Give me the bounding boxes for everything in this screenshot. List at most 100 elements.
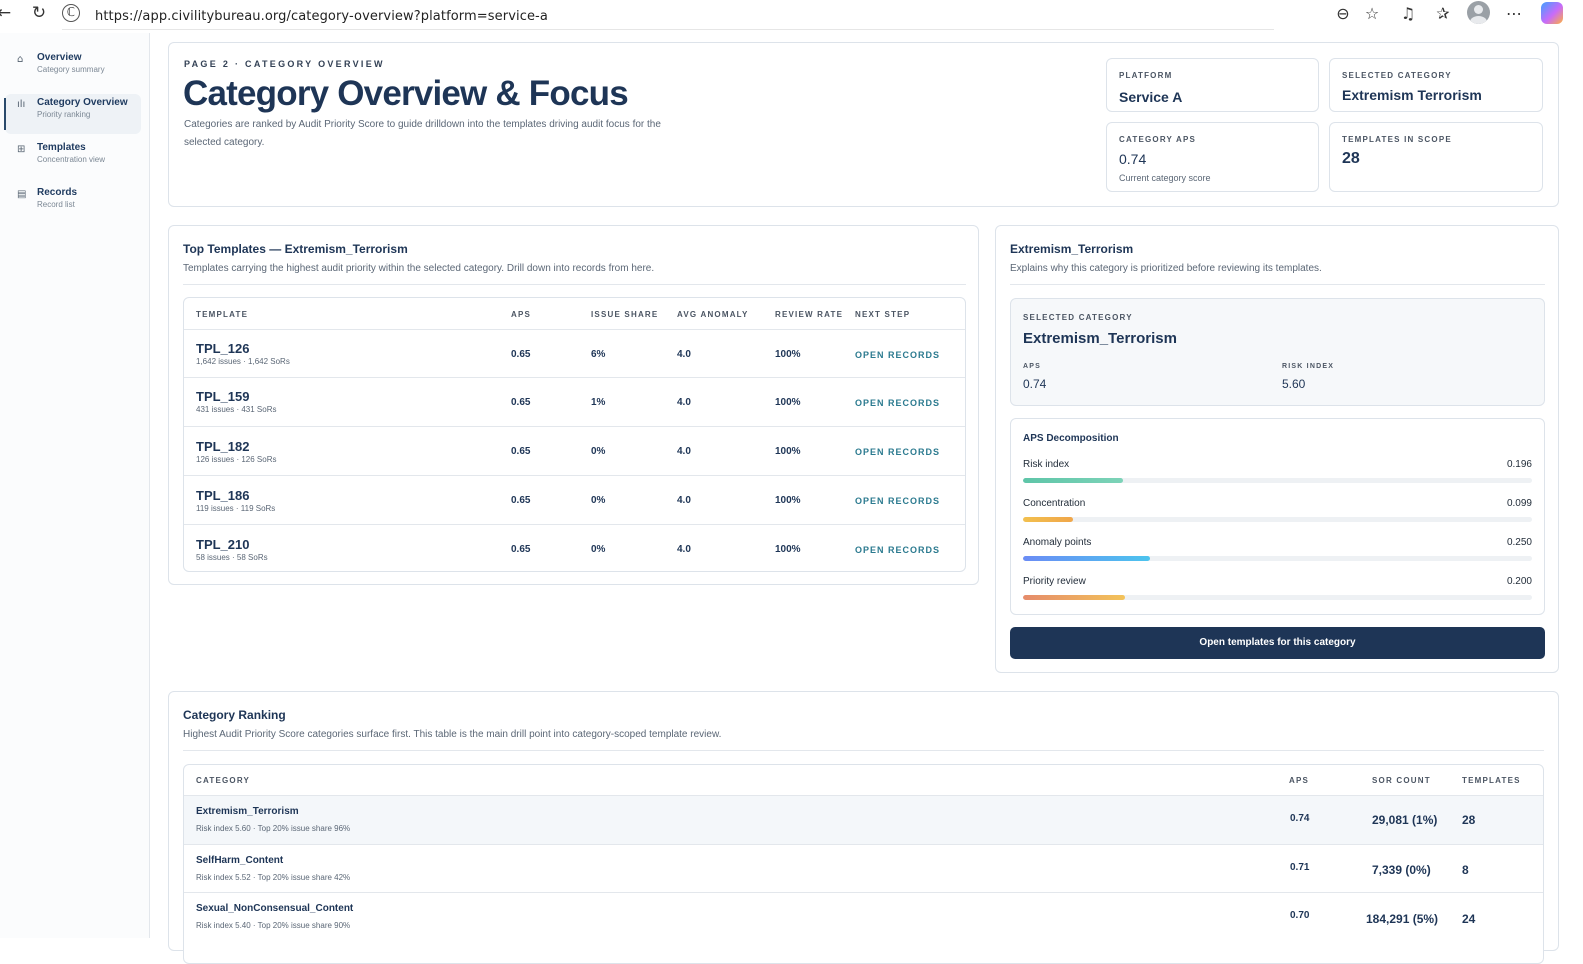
sidebar-item-category-overview[interactable]: ılı Category Overview Priority ranking	[4, 94, 141, 134]
open-records-link[interactable]: OPEN RECORDS	[855, 545, 940, 555]
table-row[interactable]: SelfHarm_Content Risk index 5.52 · Top 2…	[184, 844, 1543, 892]
open-records-link[interactable]: OPEN RECORDS	[855, 496, 940, 506]
table-row[interactable]: Sexual_NonConsensual_Content Risk index …	[184, 892, 1543, 940]
template-meta: 126 issues · 126 SoRs	[196, 455, 277, 464]
page-header: PAGE 2 · CATEGORY OVERVIEW Category Over…	[168, 42, 1559, 207]
decomposition-value: 0.196	[1506, 459, 1532, 470]
zoom-out-icon[interactable]: ⊖	[1332, 3, 1354, 25]
avg-anomaly-value: 4.0	[677, 349, 691, 360]
page-description: Categories are ranked by Audit Priority …	[184, 119, 661, 148]
favorite-star-icon[interactable]: ☆	[1361, 3, 1383, 25]
stat-label: SELECTED CATEGORY	[1342, 71, 1452, 80]
sidebar-item-templates[interactable]: ⊞ Templates Concentration view	[5, 139, 141, 179]
sidebar-item-overview[interactable]: ⌂ Overview Category summary	[5, 49, 141, 89]
avg-anomaly-value: 4.0	[677, 397, 691, 408]
top-templates-panel: Top Templates — Extremism_Terrorism Temp…	[168, 225, 979, 585]
divider	[183, 750, 1544, 751]
template-name: TPL_210	[196, 537, 250, 552]
category-detail-panel: Extremism_Terrorism Explains why this ca…	[995, 225, 1559, 673]
template-meta: 119 issues · 119 SoRs	[196, 504, 276, 513]
review-rate-value: 100%	[775, 495, 801, 506]
url-text[interactable]: https://app.civilitybureau.org/category-…	[95, 9, 548, 24]
open-templates-button[interactable]: Open templates for this category	[1010, 627, 1545, 659]
section-title: Top Templates — Extremism_Terrorism	[183, 242, 408, 256]
site-info-icon[interactable]: ℂ	[62, 4, 80, 22]
category-ranking-panel: Category Ranking Highest Audit Priority …	[168, 691, 1559, 964]
review-rate-value: 100%	[775, 349, 801, 360]
sor-count-value: 7,339 (0%)	[1372, 863, 1431, 877]
favorites-icon[interactable]: ✰	[1432, 3, 1454, 25]
more-menu-icon[interactable]: ⋯	[1503, 3, 1525, 25]
aps-value: 0.71	[1290, 862, 1310, 873]
card-label: SELECTED CATEGORY	[1023, 313, 1133, 322]
review-rate-value: 100%	[775, 397, 801, 408]
decomposition-bar-track	[1023, 517, 1532, 522]
decomposition-label: Priority review	[1023, 576, 1086, 587]
open-records-link[interactable]: OPEN RECORDS	[855, 398, 940, 408]
aps-value: 0.65	[511, 544, 531, 555]
decomposition-label: Concentration	[1023, 498, 1086, 509]
templates-count-value: 24	[1462, 912, 1476, 926]
aps-value: 0.65	[511, 446, 531, 457]
section-description: Explains why this category is prioritize…	[1010, 263, 1322, 274]
aps-value: 0.74	[1023, 377, 1047, 391]
category-meta: Risk index 5.40 · Top 20% issue share 90…	[196, 921, 351, 930]
templates-count-value: 8	[1462, 863, 1469, 877]
sidebar: ⌂ Overview Category summary ılı Category…	[0, 33, 150, 938]
aps-decomposition-card: APS Decomposition Risk index 0.196 Concent…	[1010, 418, 1545, 615]
decomposition-bar-fill	[1023, 478, 1123, 483]
section-description: Highest Audit Priority Score categories …	[183, 729, 722, 740]
table-row[interactable]: TPL_126 1,642 issues · 1,642 SoRs 0.65 6…	[184, 329, 965, 377]
aps-value: 0.65	[511, 349, 531, 360]
stat-value: 28	[1342, 150, 1360, 167]
copilot-icon[interactable]	[1541, 2, 1563, 24]
aps-value: 0.70	[1290, 910, 1310, 921]
stat-label: PLATFORM	[1119, 71, 1173, 80]
decomposition-title: APS Decomposition	[1023, 433, 1119, 444]
column-header: REVIEW RATE	[775, 310, 844, 319]
category-ranking-table: CATEGORY APS SOR COUNT TEMPLATES Extremi…	[183, 764, 1544, 964]
sidebar-item-sublabel: Priority ranking	[37, 110, 91, 119]
issue-share-value: 6%	[591, 349, 606, 360]
decomposition-bar-track	[1023, 556, 1532, 561]
platform-stat: PLATFORM Service A	[1106, 58, 1319, 112]
decomposition-value: 0.099	[1506, 498, 1532, 509]
stat-label: CATEGORY APS	[1119, 135, 1197, 144]
sidebar-item-sublabel: Record list	[37, 200, 75, 209]
category-meta: Risk index 5.52 · Top 20% issue share 42…	[196, 873, 351, 882]
sidebar-item-records[interactable]: ▤ Records Record list	[5, 184, 141, 224]
template-meta: 431 issues · 431 SoRs	[196, 405, 277, 414]
aps-value: 0.74	[1290, 813, 1310, 824]
list-icon: ▤	[17, 189, 27, 200]
table-row[interactable]: TPL_182 126 issues · 126 SoRs 0.65 0% 4.…	[184, 426, 965, 475]
table-row[interactable]: TPL_210 58 issues · 58 SoRs 0.65 0% 4.0 …	[184, 524, 965, 571]
sidebar-item-label: Records	[37, 187, 78, 198]
open-records-link[interactable]: OPEN RECORDS	[855, 350, 940, 360]
back-icon[interactable]: ←	[0, 3, 14, 23]
media-icon[interactable]: ♫	[1397, 3, 1419, 25]
column-header: APS	[1289, 776, 1310, 785]
table-row[interactable]: TPL_186 119 issues · 119 SoRs 0.65 0% 4.…	[184, 475, 965, 524]
stat-value: Service A	[1119, 89, 1183, 105]
column-header: AVG ANOMALY	[677, 310, 749, 319]
profile-avatar[interactable]	[1467, 1, 1490, 24]
decomposition-label: Risk index	[1023, 459, 1070, 470]
template-meta: 1,642 issues · 1,642 SoRs	[196, 357, 290, 366]
decomposition-label: Anomaly points	[1023, 537, 1092, 548]
divider	[1010, 284, 1545, 285]
stat-value: Extremism Terrorism	[1342, 87, 1482, 103]
issue-share-value: 1%	[591, 397, 606, 408]
reload-icon[interactable]: ↻	[29, 3, 49, 23]
sidebar-item-label: Templates	[37, 142, 86, 153]
templates-in-scope-stat: TEMPLATES IN SCOPE 28	[1329, 122, 1543, 192]
column-header: ISSUE SHARE	[591, 310, 659, 319]
table-row[interactable]: TPL_159 431 issues · 431 SoRs 0.65 1% 4.…	[184, 377, 965, 426]
sidebar-item-label: Category Overview	[37, 97, 128, 108]
stat-label: TEMPLATES IN SCOPE	[1342, 135, 1452, 144]
top-templates-table: TEMPLATE APS ISSUE SHARE AVG ANOMALY REV…	[183, 297, 966, 572]
selected-category-name: Extremism_Terrorism	[1023, 330, 1177, 347]
table-row[interactable]: Extremism_Terrorism Risk index 5.60 · To…	[184, 795, 1543, 844]
open-records-link[interactable]: OPEN RECORDS	[855, 447, 940, 457]
issue-share-value: 0%	[591, 544, 606, 555]
bar-chart-icon: ılı	[17, 99, 26, 110]
